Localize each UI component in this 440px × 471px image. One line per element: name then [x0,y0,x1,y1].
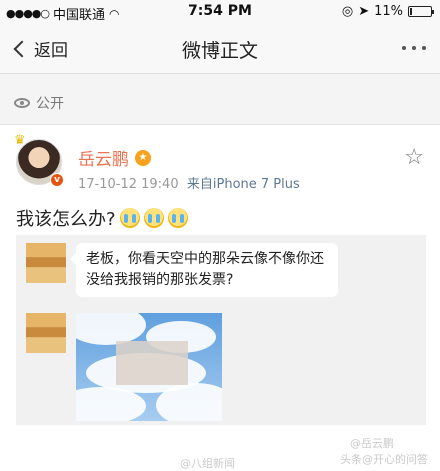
post-body: 我该怎么办? [16,209,116,230]
watermark: 头条@开心的问答 [340,453,428,466]
post-source: 来自iPhone 7 Plus [186,177,300,192]
more-options-icon[interactable] [402,46,426,50]
crying-face-icon [143,208,164,228]
star-icon[interactable]: ☆ [404,145,424,170]
battery-percent: 11% [374,4,403,19]
message-bubble: 老板，你看天空中的那朵云像不像你还没给我报销的那张发票? [70,243,338,297]
battery-icon [408,6,434,17]
receipt-stamp [116,341,188,385]
location-icon: ➤ [358,4,370,19]
vip-badge-icon: ★ [135,149,151,166]
quoted-content[interactable]: 老板，你看天空中的那朵云像不像你还没给我报销的那张发票? [16,235,426,425]
sender-avatar [26,313,66,353]
post-card: ♛ v 岳云鹏 ★ 17-10-12 19:40 来自iPhone 7 Plus… [0,124,440,471]
crying-face-icon [119,208,140,228]
watermark: @八组新闻 [180,457,235,470]
crown-icon: ♛ [14,133,26,148]
verified-badge-icon: v [50,173,64,187]
message-text: 老板，你看天空中的那朵云像不像你还没给我报销的那张发票? [86,251,324,288]
author-name[interactable]: 岳云鹏 [78,145,129,170]
sky-cloud-photo[interactable] [76,313,222,421]
sender-avatar [26,243,66,283]
eye-icon [14,98,30,108]
post-meta: 17-10-12 19:40 来自iPhone 7 Plus [78,173,300,192]
nav-bar: 返回 微博正文 [0,24,440,74]
visibility-row: 公开 [0,88,440,118]
post-text: 我该怎么办? [16,205,188,231]
page-title: 微博正文 [181,40,258,62]
crying-face-icon [167,208,188,228]
status-bar: ●●●●○ 中国联通 ◠ 7:54 PM ◎ ➤ 11% [0,0,440,24]
battery-fill [410,8,412,15]
post-timestamp: 17-10-12 19:40 [78,177,179,192]
lock-rotation-icon: ◎ [341,4,354,19]
visibility-label: 公开 [36,96,64,112]
author-row: 岳云鹏 ★ [78,145,151,170]
status-right: ◎ ➤ 11% [341,4,434,19]
watermark: @岳云鹏 [350,437,394,450]
